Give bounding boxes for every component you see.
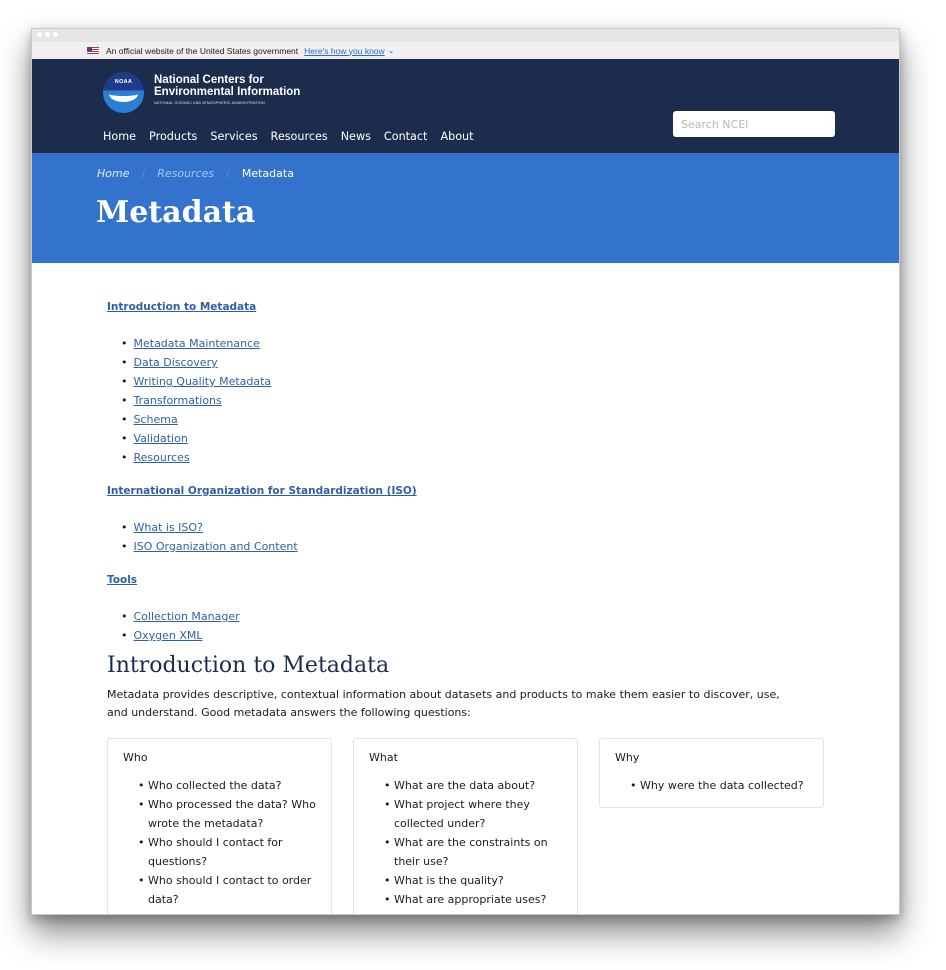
nav-products[interactable]: Products: [149, 130, 197, 143]
nav-contact[interactable]: Contact: [384, 130, 428, 143]
card-item: Who should I contact to order data?: [138, 871, 316, 909]
card-who: Who Who collected the data? Who processe…: [107, 738, 332, 914]
title-bar: [32, 29, 899, 42]
breadcrumb-separator: /: [141, 167, 146, 180]
nav-resources[interactable]: Resources: [271, 130, 328, 143]
brand-line-1: National Centers for: [154, 74, 264, 86]
gov-banner: An official website of the United States…: [32, 42, 899, 59]
gov-banner-text: An official website of the United States…: [106, 45, 299, 56]
breadcrumb-resources[interactable]: Resources: [157, 167, 214, 180]
card-item: What is the quality?: [384, 871, 562, 890]
toc-link[interactable]: Oxygen XML: [134, 629, 203, 642]
breadcrumb-home[interactable]: Home: [97, 167, 129, 180]
breadcrumb-current: Metadata: [241, 167, 294, 180]
card-item: What are the constraints on their use?: [384, 833, 562, 871]
toc-item: Oxygen XML: [121, 626, 824, 645]
site-header: NOAA National Centers for Environmental …: [32, 59, 899, 153]
toc-list-tools: Collection Manager Oxygen XML: [121, 607, 824, 645]
question-cards: Who Who collected the data? Who processe…: [107, 738, 824, 914]
section-title-intro: Introduction to Metadata: [107, 653, 390, 678]
noaa-logo-text: NOAA: [114, 79, 133, 85]
toc-item: Transformations: [121, 391, 824, 410]
how-you-know-link[interactable]: Here's how you know: [304, 46, 385, 56]
toc-link[interactable]: Validation: [134, 432, 188, 445]
nav-home[interactable]: Home: [103, 130, 136, 143]
chevron-down-icon[interactable]: ⌄: [388, 46, 395, 55]
card-title: Why: [615, 751, 640, 764]
brand-subtitle: NATIONAL OCEANIC AND ATMOSPHERIC ADMINIS…: [154, 101, 265, 105]
nav-services[interactable]: Services: [210, 130, 257, 143]
card-item: What are appropriate uses?: [384, 890, 562, 909]
toc-item: What is ISO?: [121, 518, 824, 537]
intro-paragraph: Metadata provides descriptive, contextua…: [107, 688, 780, 719]
toc-list-intro: Metadata Maintenance Data Discovery Writ…: [121, 334, 824, 467]
toc-link[interactable]: Resources: [134, 451, 190, 464]
toc-heading-intro[interactable]: Introduction to Metadata: [107, 301, 824, 313]
toc-item: Schema: [121, 410, 824, 429]
brand-line-2: Environmental Information: [154, 86, 301, 98]
toc-link[interactable]: Metadata Maintenance: [134, 337, 260, 350]
site-brand[interactable]: National Centers for Environmental Infor…: [154, 74, 300, 105]
toc-link[interactable]: Transformations: [134, 394, 222, 407]
search-input[interactable]: [681, 117, 826, 131]
toc-link[interactable]: Collection Manager: [134, 610, 240, 623]
noaa-bird-icon: [109, 86, 138, 102]
toc-item: Resources: [121, 448, 824, 467]
browser-window: An official website of the United States…: [31, 28, 900, 915]
main-content: Introduction to Metadata Metadata Mainte…: [32, 263, 899, 914]
page-hero: Home / Resources / Metadata Metadata: [32, 153, 899, 263]
card-title: What: [369, 751, 398, 764]
maximize-window-dot[interactable]: [53, 32, 58, 37]
us-flag-icon: [87, 47, 99, 54]
main-nav: Home Products Services Resources News Co…: [103, 130, 474, 143]
breadcrumb: Home / Resources / Metadata: [97, 167, 294, 180]
toc-item: Metadata Maintenance: [121, 334, 824, 353]
card-item: Why were the data collected?: [630, 776, 808, 795]
toc-item: ISO Organization and Content: [121, 537, 824, 556]
toc-item: Data Discovery: [121, 353, 824, 372]
toc-link[interactable]: What is ISO?: [134, 521, 203, 534]
toc-list-iso: What is ISO? ISO Organization and Conten…: [121, 518, 824, 556]
toc-heading-tools[interactable]: Tools: [107, 574, 824, 586]
toc-item: Collection Manager: [121, 607, 824, 626]
noaa-logo[interactable]: NOAA: [103, 72, 144, 113]
toc-link[interactable]: Writing Quality Metadata: [134, 375, 272, 388]
search-icon[interactable]: [826, 116, 827, 132]
card-item: What are the data about?: [384, 776, 562, 795]
toc-link[interactable]: Schema: [134, 413, 178, 426]
nav-news[interactable]: News: [341, 130, 371, 143]
card-item: Who processed the data? Who wrote the me…: [138, 795, 316, 833]
card-item: Who should I contact for questions?: [138, 833, 316, 871]
card-what: What What are the data about? What proje…: [353, 738, 578, 914]
breadcrumb-separator: /: [226, 167, 230, 180]
toc-item: Validation: [121, 429, 824, 448]
toc-item: Writing Quality Metadata: [121, 372, 824, 391]
toc-link[interactable]: Data Discovery: [134, 356, 218, 369]
toc-link[interactable]: ISO Organization and Content: [134, 540, 298, 553]
close-window-dot[interactable]: [37, 32, 42, 37]
search-box: [673, 111, 835, 137]
card-item: Who collected the data?: [138, 776, 316, 795]
toc-heading-iso[interactable]: International Organization for Standardi…: [107, 485, 824, 497]
minimize-window-dot[interactable]: [45, 32, 50, 37]
nav-about[interactable]: About: [440, 130, 473, 143]
page-title: Metadata: [96, 195, 256, 230]
card-item: What project where they collected under?: [384, 795, 562, 833]
card-title: Who: [123, 751, 148, 764]
card-why: Why Why were the data collected?: [599, 738, 824, 808]
